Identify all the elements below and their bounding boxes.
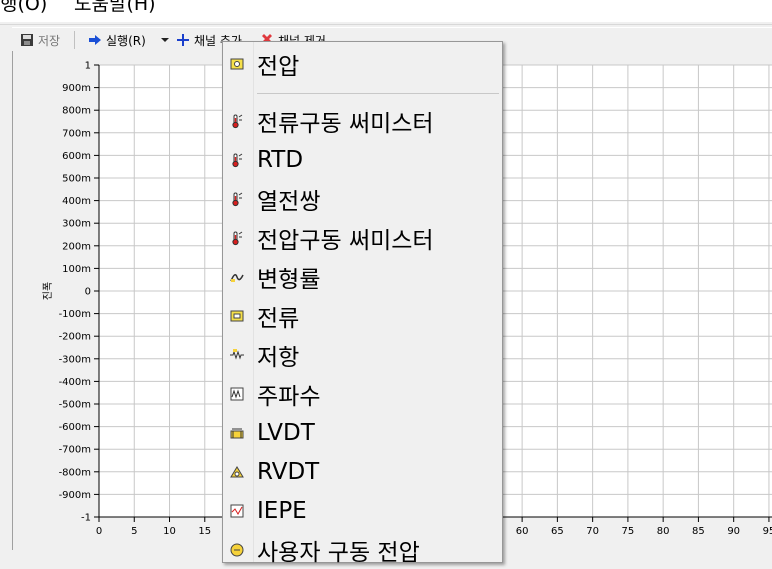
menu-item-6[interactable]: 변형률	[223, 258, 502, 296]
menu-item-3[interactable]: RTD	[223, 141, 502, 179]
menu-item-4[interactable]: 열전쌍	[223, 180, 502, 218]
y-tick-label: 400m	[62, 196, 91, 207]
chevron-down-icon	[161, 38, 169, 42]
menu-item-label: 전류	[257, 306, 300, 332]
y-tick-label: 700m	[62, 128, 91, 139]
y-tick-label: 300m	[62, 219, 91, 230]
thermometer-icon	[232, 153, 243, 168]
menu-item-9[interactable]: 주파수	[223, 375, 502, 413]
x-tick-label: 0	[96, 526, 102, 537]
menu-item-12[interactable]: IEPE	[223, 492, 502, 530]
save-label: 저장	[38, 33, 61, 48]
y-tick-label: -500m	[59, 400, 91, 411]
y-tick-label: 200m	[62, 241, 91, 252]
menu-item-label: 전류구동 써미스터	[257, 111, 434, 137]
y-tick-label: 100m	[62, 264, 91, 275]
y-tick-label: 500m	[62, 174, 91, 185]
strain-icon	[230, 274, 244, 282]
x-tick-label: 5	[131, 526, 137, 537]
menu-item-label: 열전쌍	[257, 189, 321, 215]
resistance-icon	[230, 349, 244, 360]
menu-item-5[interactable]: 전압구동 써미스터	[223, 219, 502, 257]
menu-item-label: 주파수	[257, 384, 321, 410]
y-tick-label: 0	[85, 287, 91, 298]
run-button[interactable]: 실행(R)	[88, 31, 146, 49]
menu-item-label: 사용자 구동 전압	[257, 540, 420, 566]
x-tick-label: 85	[692, 526, 705, 537]
thermometer-icon	[232, 231, 243, 246]
y-tick-label: 800m	[62, 106, 91, 117]
x-tick-label: 90	[727, 526, 740, 537]
y-tick-label: 900m	[62, 83, 91, 94]
toolbar-separator	[74, 31, 75, 49]
menu-item-label: LVDT	[257, 420, 315, 446]
menu-item-8[interactable]: 저항	[223, 336, 502, 374]
run-dropdown-button[interactable]	[158, 31, 176, 49]
x-tick-label: 70	[586, 526, 599, 537]
y-tick-label: -100m	[59, 309, 91, 320]
menu-view[interactable]: 행(O)	[0, 0, 47, 14]
x-tick-label: 10	[163, 526, 176, 537]
menu-bar: 행(O) 도움말(H)	[0, 0, 772, 22]
voltage-icon	[230, 58, 244, 70]
frequency-icon	[230, 387, 244, 401]
menu-item-label: 변형률	[257, 267, 321, 293]
save-button[interactable]: 저장	[20, 31, 60, 49]
menu-item-label: 저항	[257, 345, 300, 371]
x-tick-label: 65	[551, 526, 564, 537]
x-tick-label: 15	[198, 526, 211, 537]
thermometer-icon	[232, 114, 243, 129]
x-tick-label: 95	[763, 526, 772, 537]
x-tick-label: 80	[657, 526, 670, 537]
y-tick-label: -900m	[59, 490, 91, 501]
rvdt-icon	[230, 466, 244, 478]
thermometer-icon	[232, 192, 243, 207]
arrow-right-icon	[89, 35, 101, 45]
y-tick-label: -700m	[59, 445, 91, 456]
plus-icon	[177, 34, 189, 46]
menu-item-10[interactable]: LVDT	[223, 414, 502, 452]
menu-separator	[257, 93, 499, 94]
y-tick-label: -200m	[59, 332, 91, 343]
channel-type-menu: 전압전류구동 써미스터 RTD 열전쌍전압구동 써미스터변형률전류저항주파수 LVDT…	[222, 41, 503, 566]
run-label: 실행(R)	[106, 33, 146, 48]
x-tick-label: 60	[516, 526, 529, 537]
x-tick-label: 75	[622, 526, 635, 537]
menu-item-1[interactable]: 전압	[223, 45, 502, 83]
y-tick-label: -300m	[59, 354, 91, 365]
menu-item-label: RTD	[257, 147, 304, 173]
y-tick-label: 1	[85, 61, 91, 72]
menu-item-label: RVDT	[257, 459, 320, 485]
iepe-icon	[230, 504, 244, 518]
menu-item-label: IEPE	[257, 498, 307, 524]
floppy-disk-icon	[21, 34, 33, 46]
menu-item-label: 전압	[257, 54, 300, 80]
custom-voltage-icon	[230, 543, 244, 557]
menubar-divider	[0, 24, 772, 25]
menu-item-label: 전압구동 써미스터	[257, 228, 434, 254]
menu-item-7[interactable]: 전류	[223, 297, 502, 335]
current-icon	[230, 310, 244, 322]
y-tick-label: -800m	[59, 467, 91, 478]
menu-help[interactable]: 도움말(H)	[74, 0, 156, 14]
y-tick-label: -600m	[59, 422, 91, 433]
menu-item-13[interactable]: 사용자 구동 전압	[223, 531, 502, 569]
menu-item-2[interactable]: 전류구동 써미스터	[223, 102, 502, 140]
y-tick-label: 600m	[62, 151, 91, 162]
y-axis-label: 진폭	[42, 282, 54, 300]
lvdt-icon	[230, 428, 244, 439]
y-tick-label: -400m	[59, 377, 91, 388]
y-tick-label: -1	[81, 513, 91, 524]
menu-item-11[interactable]: RVDT	[223, 453, 502, 491]
